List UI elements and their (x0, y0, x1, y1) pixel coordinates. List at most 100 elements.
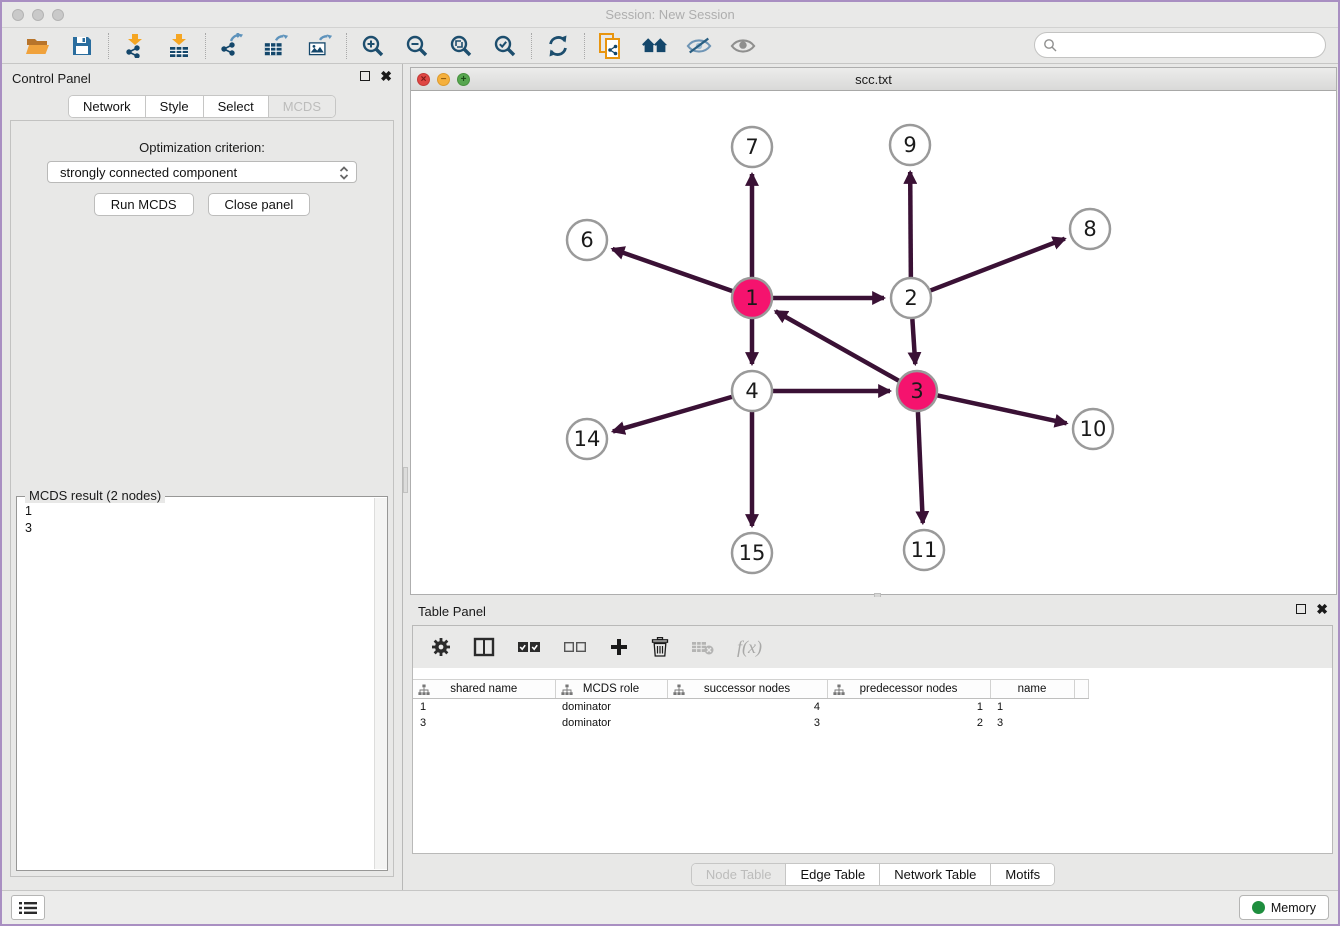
select-all-icon[interactable] (517, 640, 541, 654)
zoom-in-icon[interactable] (360, 33, 386, 59)
function-builder-icon[interactable]: f(x) (737, 637, 762, 658)
import-table-icon[interactable] (166, 33, 192, 59)
mcds-result-list[interactable]: 13 (17, 499, 373, 870)
column-header-mcds-role[interactable]: MCDS role (555, 680, 667, 699)
right-column: × − + scc.txt 7968124314101511 Table Pan… (408, 64, 1338, 890)
graph-node-4[interactable]: 4 (732, 371, 772, 411)
select-stepper-icon (338, 165, 350, 184)
tab-node-table[interactable]: Node Table (692, 864, 787, 885)
control-panel-tabs: NetworkStyleSelectMCDS (68, 95, 336, 118)
memory-button[interactable]: Memory (1239, 895, 1329, 920)
cell-filler (1074, 699, 1088, 715)
save-icon[interactable] (69, 33, 95, 59)
table-row[interactable]: 1dominator411 (413, 699, 1088, 715)
show-all-icon[interactable] (730, 33, 756, 59)
cell-shared_name[interactable]: 1 (413, 699, 555, 715)
graph-edge-4-14[interactable] (613, 397, 732, 432)
zoom-selected-icon[interactable] (492, 33, 518, 59)
memory-status-icon (1252, 901, 1265, 914)
close-panel-icon[interactable]: ✖ (380, 70, 392, 82)
tab-motifs[interactable]: Motifs (991, 864, 1054, 885)
cell-predecessor_nodes[interactable]: 2 (827, 715, 990, 731)
tab-mcds[interactable]: MCDS (269, 96, 335, 117)
graph-node-label: 3 (910, 379, 923, 403)
graph-node-10[interactable]: 10 (1073, 409, 1113, 449)
deselect-all-icon[interactable] (563, 640, 587, 654)
run-mcds-button[interactable]: Run MCDS (94, 193, 194, 216)
graph-edge-2-8[interactable] (931, 239, 1065, 291)
tab-edge-table[interactable]: Edge Table (786, 864, 880, 885)
title-bar: Session: New Session (2, 2, 1338, 28)
graph-edge-3-10[interactable] (938, 395, 1067, 423)
control-panel: Control Panel ✖ NetworkStyleSelectMCDS O… (2, 64, 402, 890)
tab-style[interactable]: Style (146, 96, 204, 117)
node-table-body: 1dominator4113dominator323 (413, 699, 1088, 731)
graph-node-2[interactable]: 2 (891, 278, 931, 318)
zoom-out-icon[interactable] (404, 33, 430, 59)
float-panel-icon[interactable] (360, 71, 370, 81)
graph-node-1[interactable]: 1 (732, 278, 772, 318)
graph-node-15[interactable]: 15 (732, 533, 772, 573)
graph-node-6[interactable]: 6 (567, 220, 607, 260)
graph-edge-2-9[interactable] (910, 172, 911, 277)
refresh-icon[interactable] (545, 33, 571, 59)
delete-row-icon[interactable] (651, 637, 669, 657)
export-image-icon[interactable] (307, 33, 333, 59)
table-panel: Table Panel ✖ (408, 597, 1338, 890)
tab-network-table[interactable]: Network Table (880, 864, 991, 885)
graph-node-14[interactable]: 14 (567, 419, 607, 459)
delete-table-icon[interactable] (691, 638, 715, 656)
zoom-fit-icon[interactable] (448, 33, 474, 59)
graph-edge-2-3[interactable] (912, 319, 915, 364)
mcds-documents-icon[interactable] (598, 33, 624, 59)
close-table-panel-icon[interactable]: ✖ (1316, 603, 1328, 615)
export-table-icon[interactable] (263, 33, 289, 59)
column-header-successor-nodes[interactable]: successor nodes (667, 680, 827, 699)
graph-edge-3-11[interactable] (918, 412, 923, 523)
graph-node-7[interactable]: 7 (732, 127, 772, 167)
control-panel-header: Control Panel ✖ (2, 64, 402, 92)
graph-node-11[interactable]: 11 (904, 530, 944, 570)
task-history-button[interactable] (11, 895, 45, 920)
home-layout-icon[interactable] (642, 33, 668, 59)
cell-name[interactable]: 3 (990, 715, 1074, 731)
float-table-panel-icon[interactable] (1296, 604, 1306, 614)
graph-node-8[interactable]: 8 (1070, 209, 1110, 249)
cell-name[interactable]: 1 (990, 699, 1074, 715)
graph-node-label: 4 (745, 379, 758, 403)
result-scrollbar[interactable] (374, 498, 387, 869)
column-header-predecessor-nodes[interactable]: predecessor nodes (827, 680, 990, 699)
cell-shared_name[interactable]: 3 (413, 715, 555, 731)
network-window-titlebar[interactable]: × − + scc.txt (411, 68, 1336, 91)
graph-node-9[interactable]: 9 (890, 125, 930, 165)
add-row-icon[interactable] (609, 637, 629, 657)
cell-mcds_role[interactable]: dominator (555, 715, 667, 731)
cell-filler (1074, 715, 1088, 731)
graph-node-3[interactable]: 3 (897, 371, 937, 411)
column-header-shared-name[interactable]: shared name (413, 680, 555, 699)
graph-edge-1-6[interactable] (612, 249, 732, 291)
cell-predecessor_nodes[interactable]: 1 (827, 699, 990, 715)
search-input[interactable] (1034, 32, 1326, 58)
column-header-name[interactable]: name (990, 680, 1074, 699)
table-row[interactable]: 3dominator323 (413, 715, 1088, 731)
network-canvas[interactable]: 7 9 6 8 1 2 4 3 14 10 15 11 (411, 92, 1340, 595)
cell-successor_nodes[interactable]: 4 (667, 699, 827, 715)
columns-icon[interactable] (473, 637, 495, 657)
table-panel-title: Table Panel (418, 604, 486, 619)
open-file-icon[interactable] (25, 33, 51, 59)
import-network-icon[interactable] (122, 33, 148, 59)
cell-successor_nodes[interactable]: 3 (667, 715, 827, 731)
close-panel-button[interactable]: Close panel (208, 193, 311, 216)
cell-mcds_role[interactable]: dominator (555, 699, 667, 715)
hide-selected-icon[interactable] (686, 33, 712, 59)
table-panel-header: Table Panel ✖ (408, 597, 1338, 623)
optimization-criterion-select[interactable]: strongly connected component (47, 161, 357, 183)
tab-network[interactable]: Network (69, 96, 146, 117)
graph-edge-3-1[interactable] (776, 311, 899, 380)
criterion-value: strongly connected component (60, 165, 237, 180)
export-network-icon[interactable] (219, 33, 245, 59)
graph-node-label: 9 (903, 133, 916, 157)
gear-icon[interactable] (431, 637, 451, 657)
tab-select[interactable]: Select (204, 96, 269, 117)
